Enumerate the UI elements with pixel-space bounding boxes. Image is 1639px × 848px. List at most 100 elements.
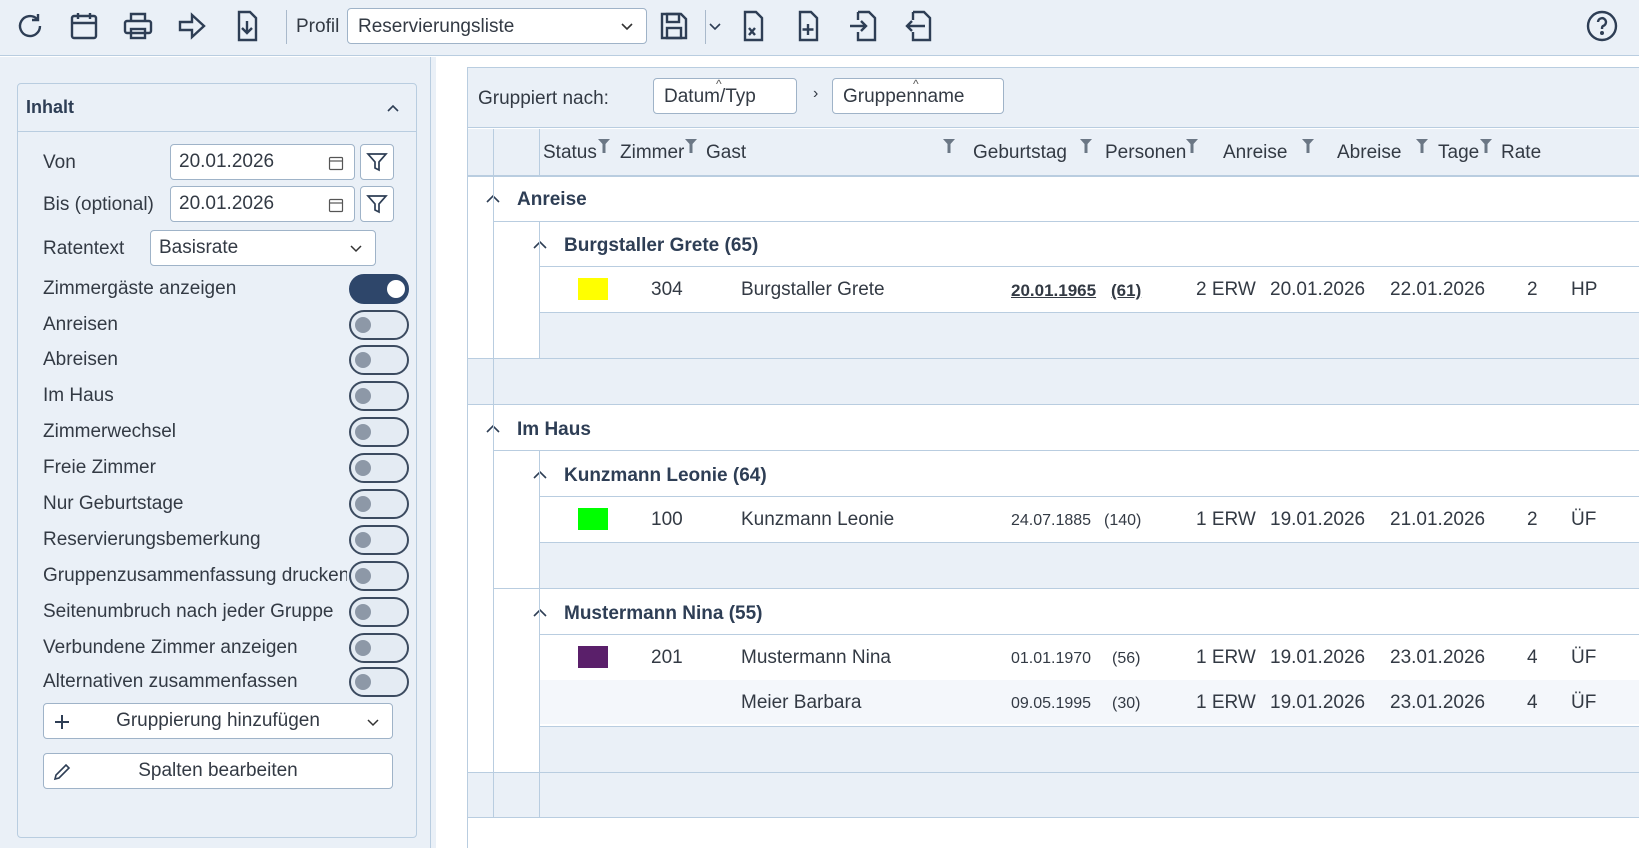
rate: HP [1571, 279, 1598, 300]
ratentext-select[interactable]: Basisrate [150, 230, 376, 266]
toggle-switch[interactable] [349, 310, 409, 340]
toolbar: Profil Reservierungsliste [0, 0, 1639, 56]
toggle-knob [355, 352, 371, 368]
toggle-switch[interactable] [349, 667, 409, 697]
bis-filter-button[interactable] [360, 186, 394, 222]
group-chip-gruppenname[interactable]: ^ Gruppenname [832, 77, 1004, 114]
chevron-up-icon[interactable] [533, 240, 547, 250]
add-grouping-label: Gruppierung hinzufügen [116, 710, 320, 731]
nights: 4 [1527, 647, 1538, 668]
departure-date: 22.01.2026 [1390, 279, 1486, 300]
sort-caret-icon: ^ [716, 77, 722, 91]
splitter[interactable] [430, 57, 436, 848]
von-filter-button[interactable] [360, 144, 394, 180]
toggle-switch[interactable] [349, 489, 409, 519]
profil-select[interactable]: Reservierungsliste [347, 8, 647, 44]
toggle-switch[interactable] [349, 597, 409, 627]
calendar-icon[interactable] [66, 8, 102, 44]
save-icon[interactable] [656, 8, 692, 44]
toggle-switch[interactable] [349, 417, 409, 447]
column-filter-icon[interactable] [1480, 139, 1492, 153]
refresh-icon[interactable] [12, 8, 48, 44]
column-filter-icon[interactable] [943, 139, 955, 153]
calendar-icon[interactable] [328, 197, 344, 213]
toggle-knob [355, 460, 371, 476]
column-filter-icon[interactable] [1186, 139, 1198, 153]
toggle-knob [355, 640, 371, 656]
birthday-age: (61) [1111, 281, 1142, 300]
chevron-up-icon[interactable] [533, 608, 547, 618]
column-filter-icon[interactable] [1302, 139, 1314, 153]
column-header-rate[interactable]: Rate [1501, 142, 1541, 164]
room-number: 201 [651, 647, 683, 668]
toggle-label: Alternativen zusammenfassen [43, 671, 298, 692]
birthday-age: (30) [1112, 695, 1141, 712]
row-divider [493, 588, 1639, 589]
toggle-switch[interactable] [349, 381, 409, 411]
column-header-personen[interactable]: Personen [1105, 142, 1186, 164]
toggle-knob [355, 604, 371, 620]
von-date-input[interactable]: 20.01.2026 [170, 144, 355, 180]
group-chip-datum-typ[interactable]: ^ Datum/Typ [653, 77, 797, 114]
left-sidebar: Inhalt Von 20.01.2026 Bis (optional) 20.… [0, 57, 436, 848]
column-filter-icon[interactable] [685, 139, 697, 153]
column-header-geburtstag[interactable]: Geburtstag [973, 142, 1067, 164]
column-header-tage[interactable]: Tage [1438, 142, 1479, 164]
chevron-up-icon[interactable] [533, 470, 547, 480]
add-grouping-button[interactable]: Gruppierung hinzufügen [43, 703, 393, 739]
bis-date-input[interactable]: 20.01.2026 [170, 186, 355, 222]
nights: 4 [1527, 692, 1538, 713]
toggle-switch[interactable] [349, 345, 409, 375]
column-header-anreise[interactable]: Anreise [1223, 142, 1287, 164]
toggle-label: Reservierungsbemerkung [43, 529, 261, 550]
departure-date: 23.01.2026 [1390, 692, 1486, 713]
group-chip-label: Gruppenname [843, 86, 965, 107]
import-icon[interactable] [845, 8, 881, 44]
arrival-date: 19.01.2026 [1270, 692, 1366, 713]
toggle-switch[interactable] [349, 453, 409, 483]
grouped-by-label: Gruppiert nach: [478, 88, 609, 109]
forward-arrow-icon[interactable] [174, 8, 210, 44]
ratentext-value: Basisrate [159, 237, 239, 258]
chevron-down-icon [350, 245, 362, 253]
toggle-switch[interactable] [349, 274, 409, 304]
chevron-up-icon[interactable] [386, 102, 400, 114]
toggle-knob [355, 317, 371, 333]
nights: 2 [1527, 509, 1538, 530]
toggle-label: Verbundene Zimmer anzeigen [43, 637, 298, 658]
column-filter-icon[interactable] [1416, 139, 1428, 153]
chevron-down-icon [367, 719, 379, 727]
toggle-switch[interactable] [349, 561, 409, 591]
empty-row [468, 773, 1639, 817]
guest-name: Burgstaller Grete [741, 279, 885, 300]
column-filter-icon[interactable] [1080, 139, 1092, 153]
toggle-switch[interactable] [349, 525, 409, 555]
rate: ÜF [1571, 509, 1597, 530]
edit-columns-button[interactable]: Spalten bearbeiten [43, 753, 393, 789]
column-header-abreise[interactable]: Abreise [1337, 142, 1401, 164]
toggle-switch[interactable] [349, 633, 409, 663]
add-file-icon[interactable] [790, 8, 826, 44]
column-header-zimmer[interactable]: Zimmer [620, 142, 684, 164]
save-menu-chevron-icon[interactable] [704, 8, 726, 44]
toggle-knob [355, 496, 371, 512]
download-icon[interactable] [229, 8, 265, 44]
toggle-label: Zimmerwechsel [43, 421, 177, 442]
column-header-status[interactable]: Status [543, 142, 597, 164]
nights: 2 [1527, 279, 1538, 300]
column-filter-icon[interactable] [598, 139, 610, 153]
toggle-knob [355, 568, 371, 584]
help-icon[interactable] [1584, 8, 1620, 44]
excel-export-icon[interactable] [735, 8, 771, 44]
printer-icon[interactable] [120, 8, 156, 44]
column-header-row: Status Zimmer Gast Geburtstag Personen Anreis… [468, 129, 1639, 176]
panel-header[interactable]: Inhalt [18, 84, 416, 132]
export-icon[interactable] [900, 8, 936, 44]
persons: 1 ERW [1196, 692, 1256, 713]
toggle-label: Gruppenzusammenfassung drucken [43, 565, 347, 586]
birthday-date: 24.07.1885 [1011, 512, 1092, 529]
calendar-icon[interactable] [328, 155, 344, 171]
column-header-gast[interactable]: Gast [706, 142, 746, 164]
status-color-swatch [578, 646, 608, 668]
guest-name: Meier Barbara [741, 692, 862, 713]
